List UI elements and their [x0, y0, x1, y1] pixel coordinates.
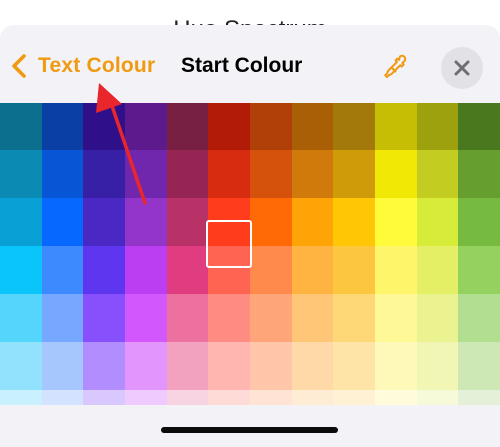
colour-swatch[interactable] [375, 294, 417, 342]
colour-swatch[interactable] [0, 342, 42, 390]
colour-swatch[interactable] [208, 150, 250, 198]
colour-swatch[interactable] [333, 342, 375, 390]
colour-swatch[interactable] [333, 294, 375, 342]
colour-swatch[interactable] [250, 294, 292, 342]
colour-swatch[interactable] [125, 294, 167, 342]
colour-swatch[interactable] [250, 246, 292, 294]
colour-swatch[interactable] [458, 246, 500, 294]
colour-swatch[interactable] [416, 294, 459, 342]
colour-swatch[interactable] [208, 342, 250, 390]
colour-swatch[interactable] [416, 198, 459, 246]
colour-swatch[interactable] [416, 150, 459, 198]
colour-swatch[interactable] [416, 246, 459, 294]
colour-swatch[interactable] [458, 294, 500, 342]
colour-swatch[interactable] [41, 198, 84, 246]
colour-swatch[interactable] [291, 342, 334, 390]
colour-swatch[interactable] [291, 150, 334, 198]
colour-swatch[interactable] [41, 150, 84, 198]
colour-swatch[interactable] [208, 103, 250, 150]
colour-swatch[interactable] [125, 150, 167, 198]
colour-swatch[interactable] [208, 294, 250, 342]
colour-swatch[interactable] [375, 150, 417, 198]
colour-swatch[interactable] [0, 150, 42, 198]
colour-swatch[interactable] [333, 390, 375, 405]
colour-swatch[interactable] [0, 246, 42, 294]
colour-swatch[interactable] [416, 103, 459, 150]
colour-swatch[interactable] [250, 103, 292, 150]
colour-swatch[interactable] [416, 342, 459, 390]
colour-swatch[interactable] [375, 198, 417, 246]
colour-swatch[interactable] [333, 246, 375, 294]
colour-swatch[interactable] [166, 246, 209, 294]
colour-swatch[interactable] [125, 342, 167, 390]
colour-swatch[interactable] [0, 103, 42, 150]
close-icon [454, 60, 470, 76]
colour-swatch[interactable] [41, 294, 84, 342]
colour-swatch[interactable] [166, 198, 209, 246]
colour-swatch[interactable] [83, 246, 125, 294]
colour-swatch[interactable] [375, 390, 417, 405]
close-button[interactable] [441, 47, 483, 89]
colour-swatch[interactable] [125, 103, 167, 150]
colour-swatch[interactable] [250, 150, 292, 198]
colour-swatch[interactable] [125, 198, 167, 246]
colour-swatch[interactable] [291, 103, 334, 150]
colour-swatch[interactable] [333, 150, 375, 198]
colour-swatch[interactable] [83, 342, 125, 390]
home-indicator [161, 427, 338, 433]
colour-swatch[interactable] [0, 294, 42, 342]
colour-swatch[interactable] [458, 198, 500, 246]
colour-swatch[interactable] [208, 390, 250, 405]
colour-swatch[interactable] [125, 390, 167, 405]
colour-swatch[interactable] [83, 294, 125, 342]
colour-swatch[interactable] [0, 198, 42, 246]
colour-swatch[interactable] [166, 150, 209, 198]
colour-swatch[interactable] [83, 150, 125, 198]
colour-swatch[interactable] [250, 390, 292, 405]
colour-swatch[interactable] [41, 390, 84, 405]
back-button-label: Text Colour [38, 54, 156, 77]
colour-swatch[interactable] [333, 198, 375, 246]
colour-swatch[interactable] [458, 390, 500, 405]
colour-swatch[interactable] [458, 150, 500, 198]
colour-swatch[interactable] [375, 103, 417, 150]
back-button[interactable]: Text Colour [10, 51, 155, 81]
colour-swatch[interactable] [166, 390, 209, 405]
colour-swatch[interactable] [166, 342, 209, 390]
colour-swatch[interactable] [41, 246, 84, 294]
colour-swatch[interactable] [83, 390, 125, 405]
colour-swatch[interactable] [375, 246, 417, 294]
colour-swatch[interactable] [333, 103, 375, 150]
colour-swatch[interactable] [416, 390, 459, 405]
colour-swatch[interactable] [166, 103, 209, 150]
chevron-left-icon [12, 54, 26, 78]
page-title: Start Colour [181, 54, 303, 77]
colour-swatch[interactable] [458, 103, 500, 150]
colour-swatch[interactable] [41, 103, 84, 150]
colour-swatch[interactable] [291, 198, 334, 246]
colour-picker-sheet: Text Colour Start Colour [0, 25, 500, 447]
colour-swatch[interactable] [0, 390, 42, 405]
colour-grid [0, 103, 500, 405]
navigation-bar: Text Colour Start Colour [0, 25, 500, 103]
colour-swatch[interactable] [291, 294, 334, 342]
colour-swatch[interactable] [41, 342, 84, 390]
colour-swatch[interactable] [166, 294, 209, 342]
colour-swatch[interactable] [208, 198, 250, 246]
colour-swatch[interactable] [291, 390, 334, 405]
colour-swatch[interactable] [458, 342, 500, 390]
colour-swatch[interactable] [291, 246, 334, 294]
colour-swatch[interactable] [375, 342, 417, 390]
colour-swatch[interactable] [83, 103, 125, 150]
colour-swatch[interactable] [250, 342, 292, 390]
colour-swatch[interactable] [125, 246, 167, 294]
colour-swatch[interactable] [83, 198, 125, 246]
colour-swatch[interactable] [208, 246, 250, 294]
colour-swatch[interactable] [250, 198, 292, 246]
eyedropper-icon[interactable] [381, 52, 411, 82]
